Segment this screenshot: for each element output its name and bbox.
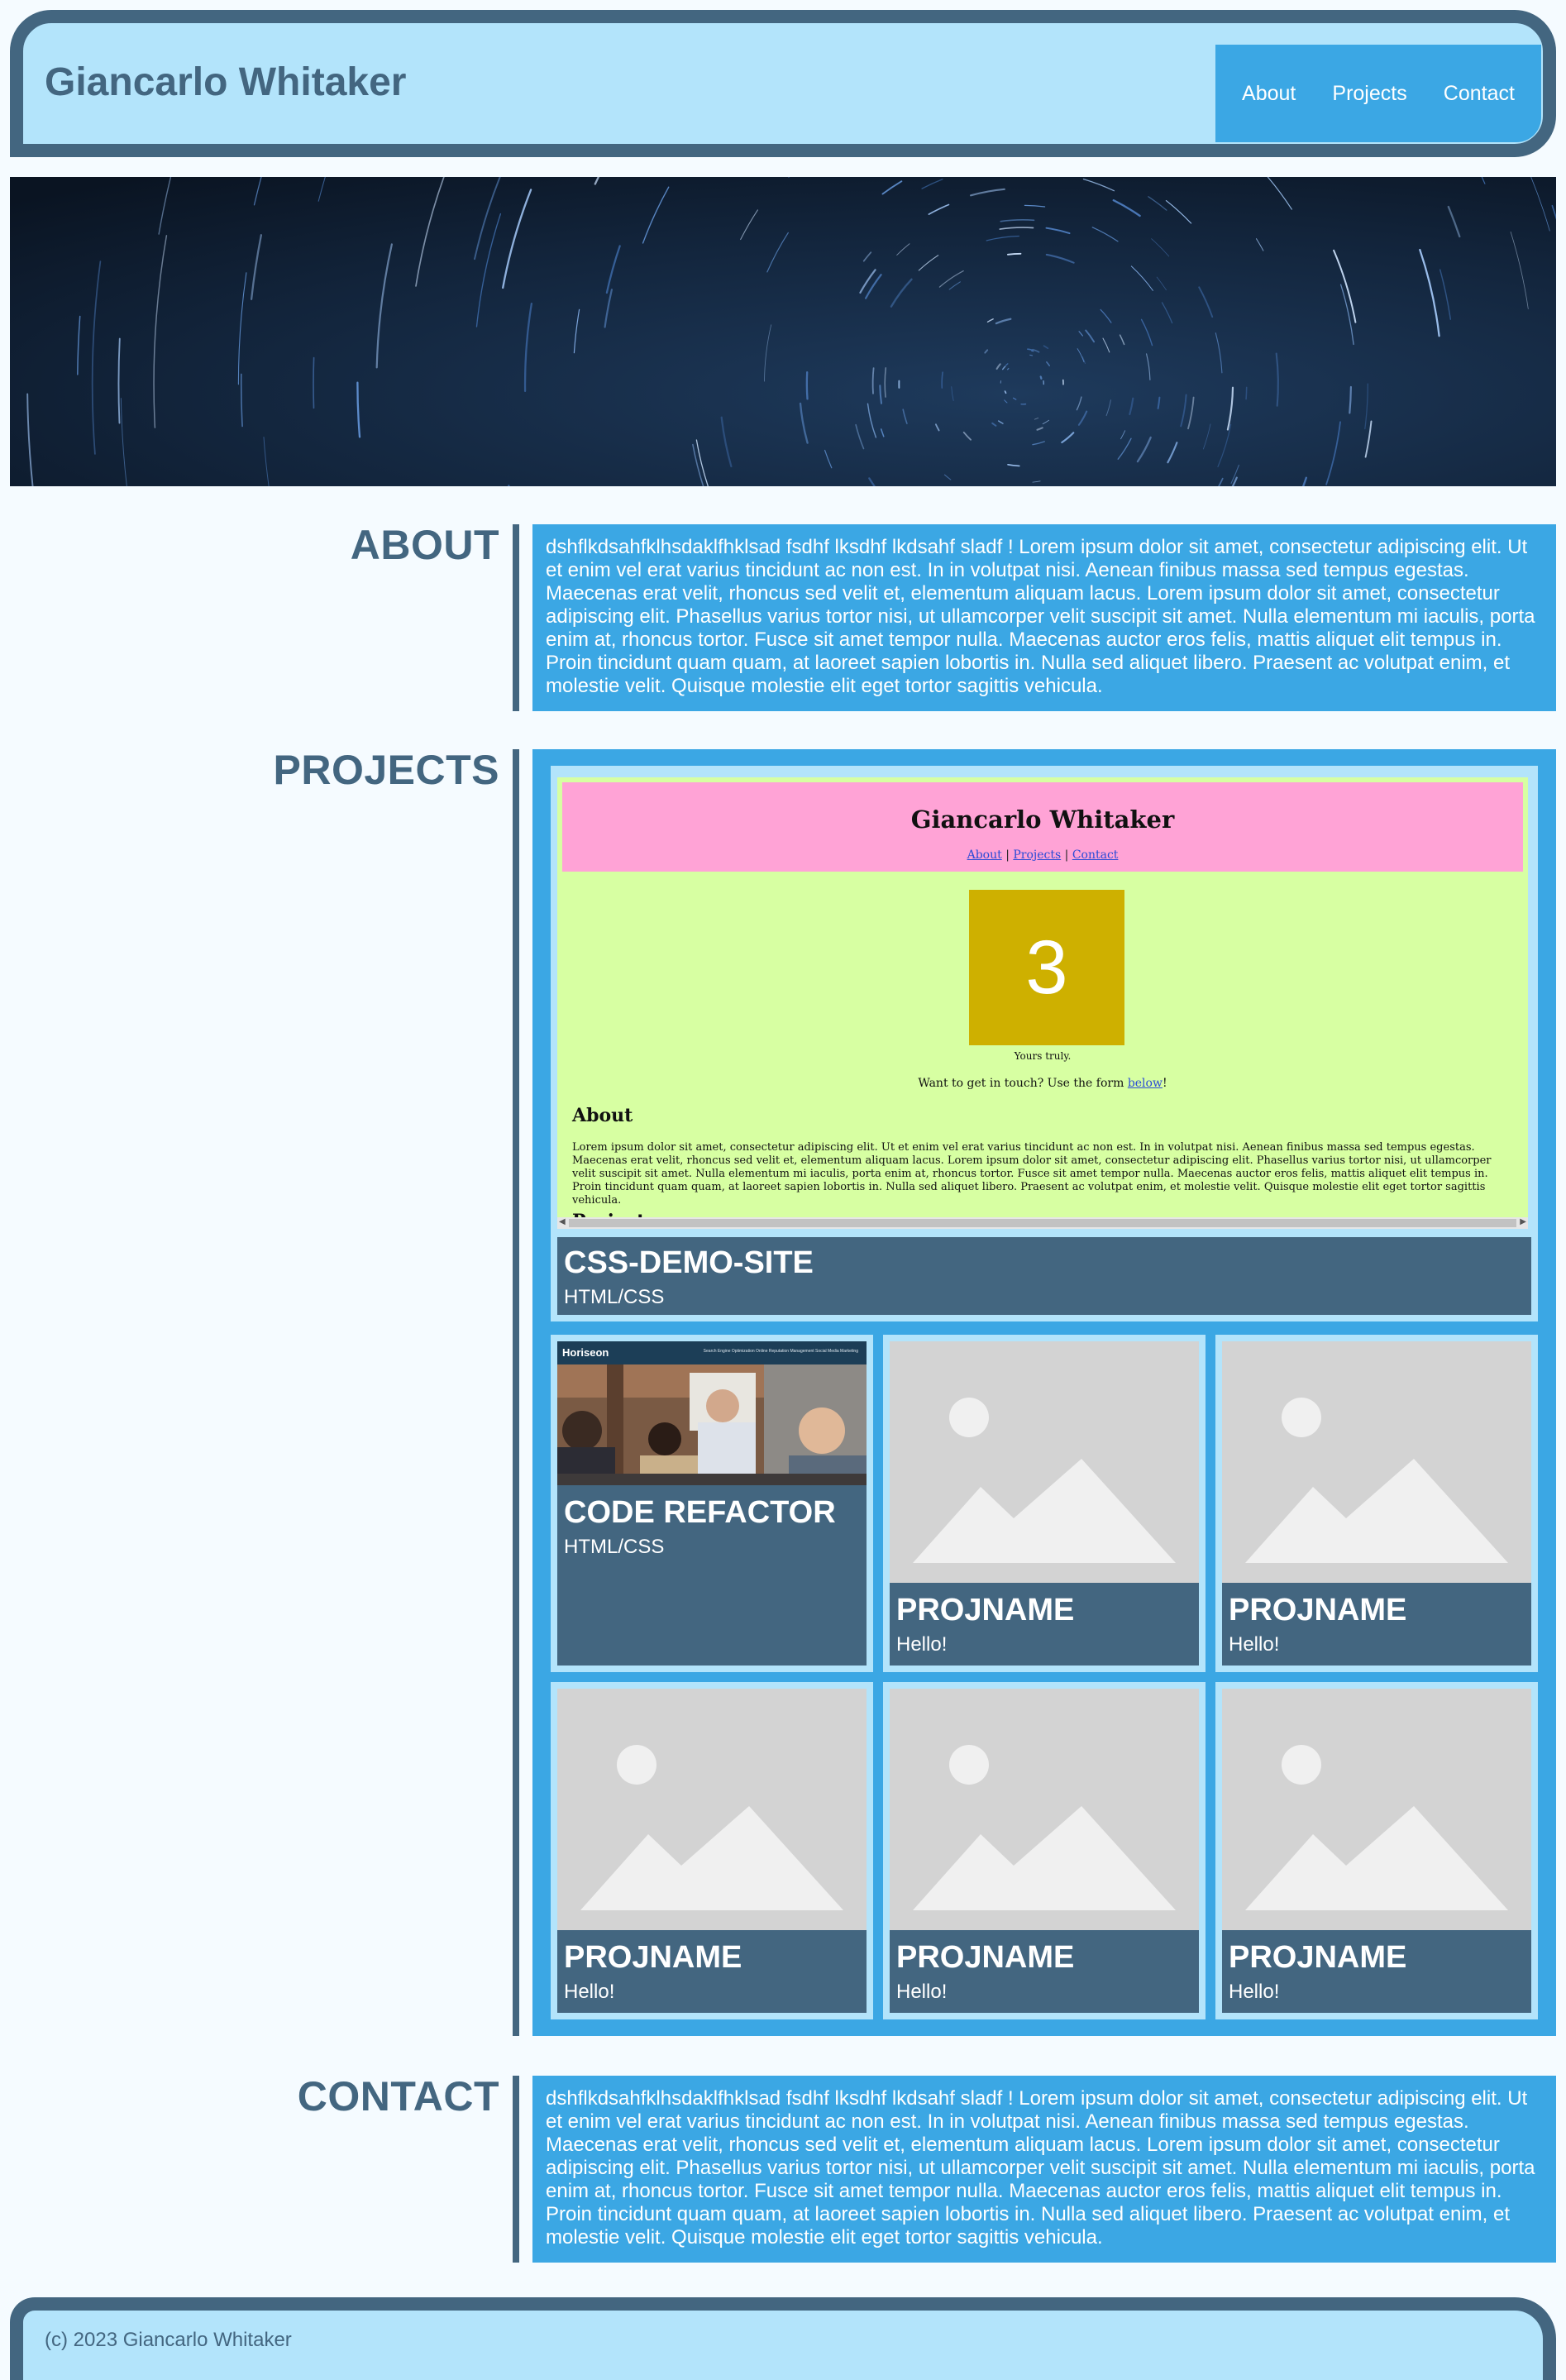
team-photo: [557, 1364, 867, 1485]
main-nav: About Projects Contact: [1215, 45, 1541, 142]
project-label: PROJNAME Hello!: [557, 1930, 867, 2013]
project-card-code-refactor[interactable]: Horiseon Search Engine Optimization Onli…: [551, 1335, 873, 1672]
demo-scrollbar: ◀ ▶: [557, 1217, 1528, 1229]
demo-about-heading: About: [572, 1105, 633, 1126]
project-label: PROJNAME Hello!: [1222, 1930, 1531, 2013]
project-name: PROJNAME: [896, 1940, 1075, 1975]
nav-link-contact[interactable]: Contact: [1444, 82, 1515, 106]
hero-banner: [10, 177, 1556, 486]
nav-link-projects[interactable]: Projects: [1332, 82, 1406, 106]
project-tech: Hello!: [1229, 1633, 1280, 1656]
site-footer: (c) 2023 Giancarlo Whitaker: [10, 2297, 1556, 2380]
demo-contact-suffix: !: [1162, 1077, 1167, 1090]
projects-divider: [513, 749, 519, 2036]
site-title: Giancarlo Whitaker: [45, 60, 407, 104]
project-thumbnail: Giancarlo Whitaker About | Projects | Co…: [557, 772, 1531, 1237]
project-card[interactable]: PROJNAME Hello!: [551, 1682, 873, 2019]
project-name: CSS-DEMO-SITE: [564, 1245, 814, 1280]
star-trail: [1004, 390, 1007, 394]
project-card[interactable]: PROJNAME Hello!: [1215, 1682, 1538, 2019]
about-heading: ABOUT: [350, 522, 499, 568]
demo-nav-sep: |: [1005, 848, 1010, 862]
demo-caption: Yours truly.: [1014, 1050, 1072, 1062]
scroll-thumb: [569, 1219, 1516, 1227]
demo-number-box: 3: [969, 890, 1124, 1045]
project-tech: Hello!: [896, 1633, 948, 1656]
contact-heading: CONTACT: [297, 2073, 499, 2120]
about-divider: [513, 524, 519, 711]
project-thumbnail: Horiseon Search Engine Optimization Onli…: [557, 1341, 867, 1485]
demo-site-preview: Giancarlo Whitaker About | Projects | Co…: [557, 777, 1528, 1229]
demo-nav-sep: |: [1064, 848, 1069, 862]
project-card-featured[interactable]: Giancarlo Whitaker About | Projects | Co…: [551, 766, 1538, 1321]
project-card[interactable]: PROJNAME Hello!: [1215, 1335, 1538, 1672]
project-label: PROJNAME Hello!: [890, 1930, 1199, 2013]
projects-grid: Giancarlo Whitaker About | Projects | Co…: [532, 749, 1556, 2036]
star-trail: [1039, 375, 1043, 380]
horiseon-logo: Horiseon: [562, 1346, 609, 1359]
star-trail: [805, 370, 809, 400]
star-trail: [941, 371, 943, 389]
star-trail: [1006, 252, 1022, 256]
about-text: dshflkdsahfklhsdaklfhklsad fsdhf lksdhf …: [532, 524, 1556, 711]
contact-text: dshflkdsahfklhsdaklfhklsad fsdhf lksdhf …: [532, 2076, 1556, 2263]
demo-header: Giancarlo Whitaker About | Projects | Co…: [562, 782, 1523, 872]
project-name: PROJNAME: [896, 1593, 1075, 1627]
image-placeholder-icon: [1222, 1341, 1531, 1583]
project-thumbnail: [1222, 1341, 1531, 1583]
project-label: PROJNAME Hello!: [890, 1583, 1199, 1666]
project-tech: Hello!: [1229, 1981, 1280, 2003]
demo-nav-about: About: [967, 848, 1002, 862]
project-name: CODE REFACTOR: [564, 1495, 836, 1530]
project-thumbnail: [1222, 1689, 1531, 1930]
image-placeholder-icon: [890, 1689, 1199, 1930]
project-tech: HTML/CSS: [564, 1286, 665, 1308]
projects-heading: PROJECTS: [273, 747, 499, 793]
site-header: Giancarlo Whitaker About Projects Contac…: [10, 10, 1556, 157]
scroll-right-icon: ▶: [1520, 1217, 1526, 1226]
demo-contact-link: below: [1127, 1077, 1163, 1090]
star-trail: [313, 356, 315, 409]
image-placeholder-icon: [557, 1689, 867, 1930]
star-trail: [871, 367, 875, 394]
star-trail: [1245, 386, 1248, 400]
horiseon-navbar: Horiseon Search Engine Optimization Onli…: [557, 1341, 867, 1364]
project-label: CSS-DEMO-SITE HTML/CSS: [557, 1237, 1531, 1315]
horiseon-nav: Search Engine Optimization Online Reputa…: [703, 1349, 858, 1354]
star-trail: [1006, 367, 1010, 370]
project-card[interactable]: PROJNAME Hello!: [883, 1682, 1206, 2019]
project-tech: Hello!: [564, 1981, 615, 2003]
project-tech: Hello!: [896, 1981, 948, 2003]
image-placeholder-icon: [1222, 1689, 1531, 1930]
scroll-left-icon: ◀: [559, 1217, 566, 1226]
demo-about-body: Lorem ipsum dolor sit amet, consectetur …: [572, 1141, 1492, 1207]
project-label: PROJNAME Hello!: [1222, 1583, 1531, 1666]
horiseon-preview: Horiseon Search Engine Optimization Onli…: [557, 1341, 867, 1485]
project-label: CODE REFACTOR HTML/CSS: [557, 1485, 867, 1666]
star-trail: [1027, 348, 1033, 351]
demo-contact-line: Want to get in touch? Use the form below…: [557, 1077, 1528, 1090]
project-name: PROJNAME: [564, 1940, 742, 1975]
demo-nav: About | Projects | Contact: [562, 848, 1523, 862]
demo-contact-text: Want to get in touch? Use the form: [918, 1077, 1128, 1090]
project-name: PROJNAME: [1229, 1593, 1407, 1627]
project-tech: HTML/CSS: [564, 1536, 665, 1558]
project-card[interactable]: PROJNAME Hello!: [883, 1335, 1206, 1672]
demo-nav-projects: Projects: [1013, 848, 1062, 862]
contact-divider: [513, 2076, 519, 2263]
nav-link-about[interactable]: About: [1242, 82, 1296, 106]
project-name: PROJNAME: [1229, 1940, 1407, 1975]
star-trails-image: [10, 177, 1556, 486]
demo-nav-contact: Contact: [1072, 848, 1119, 862]
project-thumbnail: [890, 1341, 1199, 1583]
demo-title: Giancarlo Whitaker: [910, 805, 1175, 834]
footer-copyright: (c) 2023 Giancarlo Whitaker: [45, 2329, 292, 2351]
project-thumbnail: [557, 1689, 867, 1930]
project-thumbnail: [890, 1689, 1199, 1930]
image-placeholder-icon: [890, 1341, 1199, 1583]
